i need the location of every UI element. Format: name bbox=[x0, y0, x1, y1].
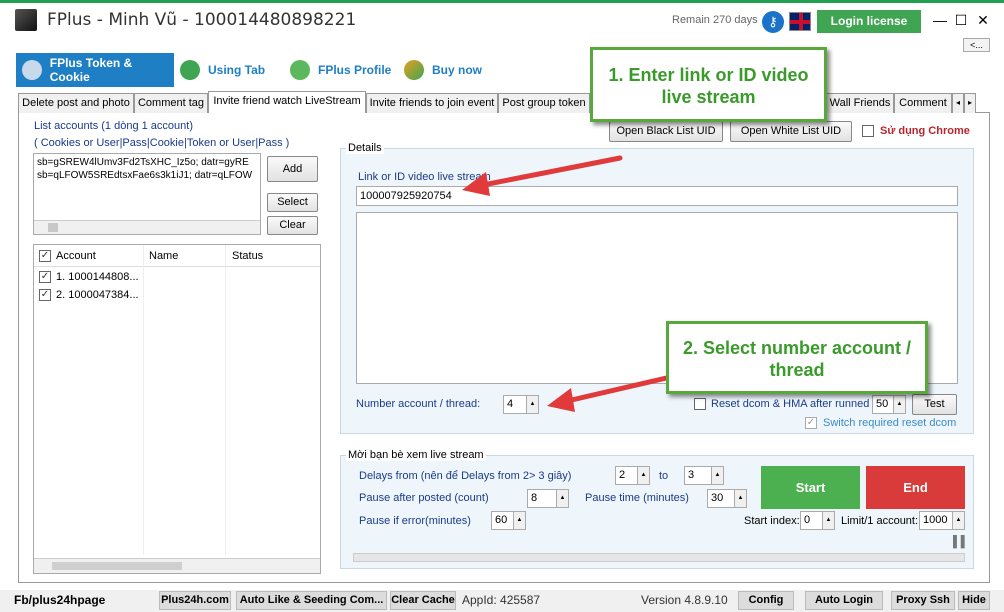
uk-flag-icon[interactable] bbox=[789, 12, 811, 31]
delays-label: Delays from (nên để Delays from 2> 3 giâ… bbox=[359, 470, 572, 482]
title-bar: FPlus - Minh Vũ - 100014480898221 Remain… bbox=[0, 0, 1004, 36]
tab-using-tab[interactable]: Using Tab bbox=[180, 53, 280, 87]
limit-stepper[interactable]: 1000 ▲▼ bbox=[919, 511, 965, 530]
pause-time-label: Pause time (minutes) bbox=[585, 492, 689, 504]
tab-fplus-profile[interactable]: FPlus Profile bbox=[290, 53, 400, 87]
number-account-stepper[interactable]: 4 ▲▼ bbox=[503, 395, 539, 414]
callout-step-one: 1. Enter link or ID video live stream bbox=[590, 47, 827, 122]
open-black-list-button[interactable]: Open Black List UID bbox=[609, 121, 723, 142]
stepper-arrows-icon[interactable]: ▲▼ bbox=[637, 467, 649, 484]
stepper-arrows-icon[interactable]: ▲▼ bbox=[822, 512, 834, 529]
reset-dcom-checkbox[interactable] bbox=[694, 398, 706, 410]
tab-delete-post[interactable]: Delete post and photo bbox=[18, 93, 134, 113]
clear-cache-button[interactable]: Clear Cache bbox=[390, 591, 456, 610]
accounts-hint: ( Cookies or User|Pass|Cookie|Token or U… bbox=[34, 137, 290, 149]
people-icon bbox=[290, 60, 310, 80]
stepper-arrows-icon[interactable]: ▲▼ bbox=[734, 490, 746, 507]
auto-login-button[interactable]: Auto Login bbox=[805, 591, 883, 610]
pause-time-stepper[interactable]: 30 ▲▼ bbox=[707, 489, 747, 508]
switch-reset-label: Switch required reset dcom bbox=[823, 417, 957, 429]
use-chrome-checkbox[interactable] bbox=[862, 125, 874, 137]
app-logo bbox=[15, 9, 37, 31]
reset-dcom-label: Reset dcom & HMA after runned bbox=[711, 398, 870, 410]
tab-wall-friends[interactable]: Wall Friends bbox=[826, 93, 894, 113]
stepper-arrows-icon[interactable]: ▲▼ bbox=[711, 467, 723, 484]
accounts-table: ✓ Account Name Status ✓ 1. 1000144808...… bbox=[33, 244, 321, 574]
reset-count-stepper[interactable]: 50 ▲▼ bbox=[872, 395, 906, 414]
tab-comment[interactable]: Comment bbox=[894, 93, 952, 113]
key-icon bbox=[22, 60, 42, 80]
remain-days: Remain 270 days bbox=[672, 14, 758, 26]
pause-error-label: Pause if error(minutes) bbox=[359, 515, 471, 527]
table-row[interactable]: ✓ 1. 1000144808... bbox=[34, 269, 320, 285]
delay-to-stepper[interactable]: 3 ▲▼ bbox=[684, 466, 724, 485]
pause-error-stepper[interactable]: 60 ▲▼ bbox=[491, 511, 526, 530]
delay-from-stepper[interactable]: 2 ▲▼ bbox=[615, 466, 650, 485]
tab-scroll-right-icon[interactable]: ▸ bbox=[964, 93, 976, 113]
tab-post-group-token[interactable]: Post group token bbox=[498, 93, 590, 113]
horizontal-scrollbar[interactable] bbox=[34, 220, 260, 234]
details-title: Details bbox=[346, 142, 384, 154]
accounts-textarea[interactable]: sb=gSREW4lUmv3Fd2TsXHC_Iz5o; datr=gyRE s… bbox=[33, 153, 261, 235]
pause-posted-stepper[interactable]: 8 ▲▼ bbox=[527, 489, 569, 508]
close-button[interactable]: ✕ bbox=[973, 10, 993, 30]
open-white-list-button[interactable]: Open White List UID bbox=[730, 121, 852, 142]
callout-step-two: 2. Select number account / thread bbox=[666, 321, 928, 394]
invite-title: Mời bạn bè xem live stream bbox=[346, 449, 486, 461]
app-id: AppId: 425587 bbox=[462, 593, 541, 607]
start-index-label: Start index: bbox=[744, 515, 800, 527]
clear-button[interactable]: Clear bbox=[267, 216, 318, 235]
select-button[interactable]: Select bbox=[267, 193, 318, 212]
minimize-button[interactable]: — bbox=[930, 10, 950, 30]
progress-bar bbox=[353, 553, 965, 562]
stepper-arrows-icon[interactable]: ▲▼ bbox=[893, 396, 905, 413]
switch-reset-checkbox[interactable]: ✓ bbox=[805, 417, 817, 429]
status-bar: Fb/plus24hpage Plus24h.com Auto Like & S… bbox=[0, 590, 1004, 612]
tab-buy-now[interactable]: Buy now bbox=[404, 53, 494, 87]
link-icon bbox=[180, 60, 200, 80]
window-title: FPlus - Minh Vũ - 100014480898221 bbox=[47, 10, 357, 30]
end-button[interactable]: End bbox=[866, 466, 965, 509]
test-button[interactable]: Test bbox=[912, 394, 957, 415]
tab-invite-livestream[interactable]: Invite friend watch LiveStream bbox=[208, 91, 366, 113]
tab-fplus-token-cookie[interactable]: FPlus Token & Cookie bbox=[16, 53, 174, 87]
stepper-arrows-icon[interactable]: ▲▼ bbox=[513, 512, 525, 529]
stepper-arrows-icon[interactable]: ▲▼ bbox=[952, 512, 964, 529]
tab-scroll-left-icon[interactable]: ◂ bbox=[952, 93, 964, 113]
row-checkbox[interactable]: ✓ bbox=[39, 271, 51, 283]
fanpage-link[interactable]: Fb/plus24hpage bbox=[14, 593, 105, 607]
sub-tab-strip: Delete post and photo Comment tag Invite… bbox=[18, 91, 990, 113]
stepper-arrows-icon[interactable]: ▲▼ bbox=[556, 490, 568, 507]
auto-like-seeding-button[interactable]: Auto Like & Seeding Com... bbox=[236, 591, 387, 610]
table-horizontal-scrollbar[interactable] bbox=[34, 558, 320, 573]
login-license-button[interactable]: Login license bbox=[817, 10, 921, 33]
start-index-stepper[interactable]: 0 ▲▼ bbox=[800, 511, 835, 530]
table-header: ✓ Account Name Status bbox=[34, 245, 320, 555]
refresh-icon bbox=[404, 60, 424, 80]
version: Version 4.8.9.10 bbox=[641, 593, 728, 607]
pause-icon[interactable]: ▌▌ bbox=[953, 536, 969, 550]
use-chrome-label: Sử dụng Chrome bbox=[880, 125, 970, 137]
proxy-ssh-button[interactable]: Proxy Ssh bbox=[891, 591, 955, 610]
maximize-button[interactable]: ☐ bbox=[951, 10, 971, 30]
config-button[interactable]: Config bbox=[738, 591, 794, 610]
start-button[interactable]: Start bbox=[761, 466, 860, 509]
hide-button[interactable]: Hide bbox=[958, 591, 990, 610]
add-button[interactable]: Add bbox=[267, 156, 318, 182]
accounts-title: List accounts (1 dòng 1 account) bbox=[34, 120, 193, 132]
tab-invite-event[interactable]: Invite friends to join event bbox=[366, 93, 498, 113]
tab-comment-tag[interactable]: Comment tag bbox=[134, 93, 208, 113]
arrow-link-icon bbox=[462, 155, 623, 196]
number-account-label: Number account / thread: bbox=[356, 398, 481, 410]
table-row[interactable]: ✓ 2. 1000047384... bbox=[34, 287, 320, 303]
key-icon[interactable]: ⚷ bbox=[762, 11, 784, 33]
row-checkbox[interactable]: ✓ bbox=[39, 289, 51, 301]
arrow-number-icon bbox=[547, 373, 678, 412]
plus24h-button[interactable]: Plus24h.com bbox=[159, 591, 231, 610]
select-all-checkbox[interactable]: ✓ bbox=[39, 250, 51, 262]
pause-posted-label: Pause after posted (count) bbox=[359, 492, 489, 504]
limit-label: Limit/1 account: bbox=[841, 515, 919, 527]
collapse-button[interactable]: <... bbox=[963, 38, 990, 52]
to-label: to bbox=[659, 470, 669, 482]
